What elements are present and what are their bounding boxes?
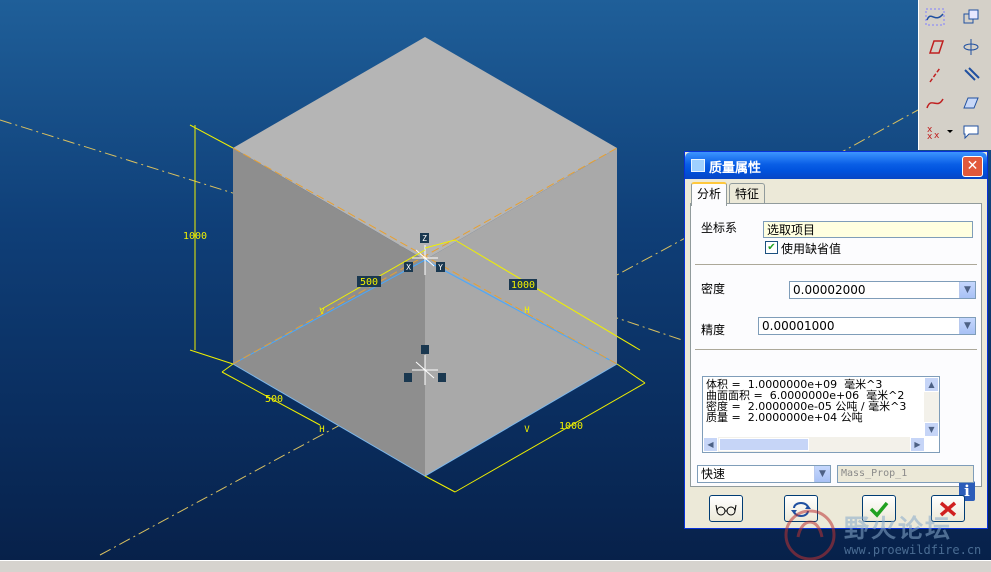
- mass-properties-dialog: 质量属性 ✕ 分析 特征 坐标系 选取项目 ✔ 使用缺省值 密度 0.00002…: [684, 151, 988, 529]
- scroll-thumb[interactable]: [719, 438, 809, 451]
- density-dropdown-icon[interactable]: ▼: [959, 282, 975, 298]
- use-default-checkbox[interactable]: ✔: [765, 241, 778, 254]
- status-bar: [0, 560, 991, 572]
- dialog-titlebar[interactable]: 质量属性 ✕: [685, 152, 987, 179]
- copy-feature-icon[interactable]: [957, 6, 985, 28]
- feature-name-field[interactable]: Mass_Prop_1: [837, 465, 974, 483]
- dim-depth-left-label[interactable]: 500: [360, 277, 378, 288]
- axis-label-y: Y: [438, 263, 443, 272]
- results-horizontal-scrollbar[interactable]: ◀ ▶: [703, 437, 925, 452]
- dim-depth-right-label[interactable]: 1000: [511, 280, 535, 291]
- glasses-icon: [715, 504, 737, 515]
- scroll-left-icon[interactable]: ◀: [703, 437, 718, 452]
- density-value: 0.00002000: [793, 283, 866, 297]
- tab-feature[interactable]: 特征: [729, 183, 766, 204]
- mode-dropdown-icon[interactable]: ▼: [814, 466, 830, 482]
- window-icon: [691, 159, 705, 172]
- mode-select[interactable]: 快速 ▼: [697, 465, 831, 483]
- pattern-icon[interactable]: [957, 64, 985, 86]
- analysis-tab-panel: 坐标系 选取项目 ✔ 使用缺省值 密度 0.00002000 ▼ 精度 0.00…: [690, 203, 982, 501]
- comment-icon[interactable]: [957, 120, 985, 142]
- watermark-title: 野火论坛: [844, 514, 953, 543]
- datum-toolbar: xxx: [918, 0, 991, 150]
- watermark-url: www.proewildfire.cn: [844, 543, 982, 557]
- plane-icon[interactable]: [921, 36, 949, 58]
- svg-text:x: x: [927, 132, 933, 140]
- scroll-down-icon[interactable]: ▼: [924, 422, 939, 437]
- scroll-right-icon[interactable]: ▶: [910, 437, 925, 452]
- accuracy-value: 0.00001000: [762, 319, 835, 333]
- watermark-logo-icon: [784, 509, 836, 561]
- dialog-title: 质量属性: [709, 161, 762, 176]
- dim-height-label[interactable]: 1000: [183, 231, 207, 242]
- close-button[interactable]: ✕: [962, 156, 983, 177]
- use-default-label: 使用缺省值: [781, 242, 842, 256]
- axis-label-x: X: [406, 263, 411, 272]
- results-vertical-scrollbar[interactable]: ▲ ▼: [924, 377, 939, 437]
- axis-h-mid: H: [524, 306, 529, 316]
- divider: [695, 349, 977, 350]
- results-textbox[interactable]: 体积 = 1.0000000e+09 毫米^3 曲面面积 = 6.0000000…: [702, 376, 940, 453]
- dim-bottom-right-label[interactable]: 1000: [559, 421, 583, 432]
- dropdown-icon[interactable]: [943, 120, 957, 142]
- forum-watermark: 野火论坛 www.proewildfire.cn: [782, 505, 991, 565]
- curve-icon[interactable]: [921, 92, 949, 114]
- preview-button[interactable]: [709, 495, 743, 522]
- surface-icon[interactable]: [957, 92, 985, 114]
- density-label: 密度: [701, 282, 726, 296]
- scroll-up-icon[interactable]: ▲: [924, 377, 939, 392]
- coord-system-selector[interactable]: 选取项目: [763, 221, 973, 238]
- accuracy-dropdown-icon[interactable]: ▼: [959, 318, 975, 334]
- axis-line-icon[interactable]: [921, 64, 949, 86]
- axis-icon[interactable]: [957, 36, 985, 58]
- svg-text:x: x: [934, 131, 940, 140]
- axis-h-bottom: H: [319, 425, 324, 435]
- axis-v-mid: V: [319, 307, 325, 317]
- sketch-curve-icon[interactable]: [921, 6, 949, 28]
- divider: [695, 264, 977, 265]
- accuracy-field[interactable]: 0.00001000 ▼: [758, 317, 976, 335]
- dim-bottom-left-label[interactable]: 500: [265, 394, 283, 405]
- axis-label-z: Z: [422, 234, 427, 243]
- accuracy-label: 精度: [701, 323, 726, 337]
- result-mass: 质量 = 2.0000000e+04 公吨: [706, 411, 863, 424]
- coord-system-label: 坐标系: [701, 221, 738, 235]
- axis-v-bottom: V: [524, 425, 530, 435]
- density-field[interactable]: 0.00002000 ▼: [789, 281, 976, 299]
- mode-value: 快速: [701, 467, 726, 481]
- tab-analysis[interactable]: 分析: [691, 182, 728, 206]
